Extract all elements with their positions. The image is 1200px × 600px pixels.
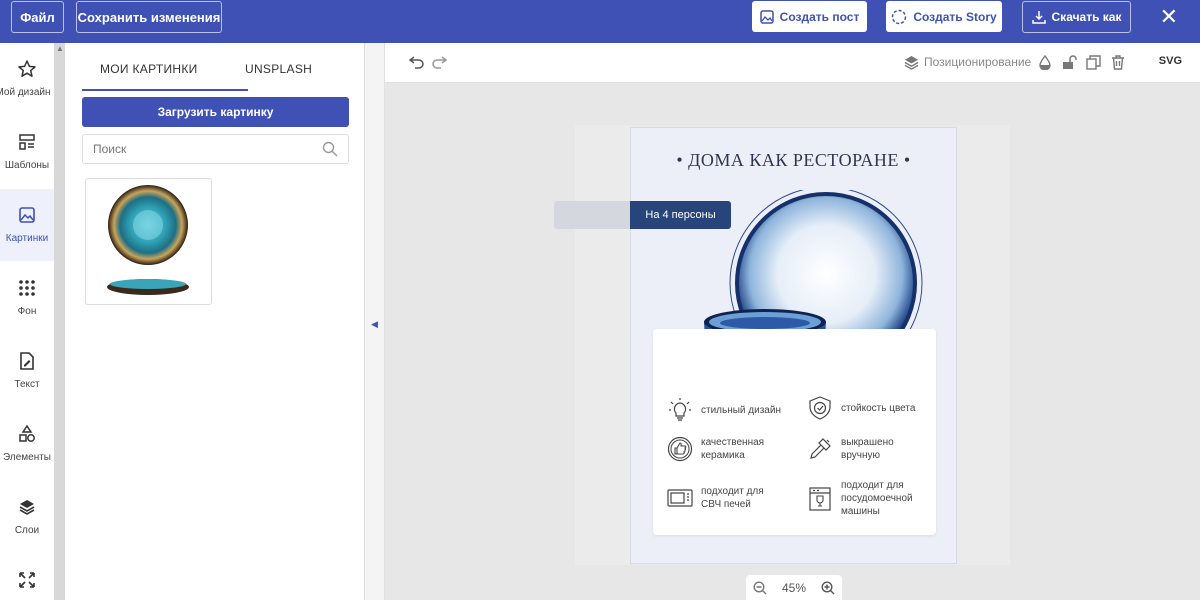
thumbs-up-icon xyxy=(667,436,693,462)
feature-item: стильный дизайн xyxy=(667,397,781,423)
search-box xyxy=(82,134,349,164)
rail-item-my-design[interactable]: Мой дизайн xyxy=(0,43,54,115)
positioning-label[interactable]: Позиционирование xyxy=(924,55,1031,69)
rail-label: Текст xyxy=(14,379,40,390)
feature-item: выкрашено вручную xyxy=(807,436,894,462)
opacity-icon[interactable] xyxy=(1039,55,1051,70)
feature-item: качественная керамика xyxy=(667,436,764,462)
search-icon[interactable] xyxy=(322,141,338,157)
zoom-control: 45% xyxy=(746,575,842,600)
feature-item: подходит для посудомоечной машины xyxy=(807,479,913,518)
plate-thumbnail-image xyxy=(107,185,189,295)
collapse-arrow-icon[interactable]: ◀ xyxy=(371,319,378,330)
unlock-icon[interactable] xyxy=(1062,55,1077,70)
rail-item-layers[interactable]: Слои xyxy=(0,481,54,553)
rail-label: Картинки xyxy=(5,233,49,244)
shapes-icon xyxy=(19,424,35,442)
layers-position-icon[interactable] xyxy=(904,55,919,70)
editor-toolbar: Позиционирование SVG xyxy=(385,43,1200,83)
save-changes-button[interactable]: Сохранить изменения xyxy=(76,1,222,33)
image-icon xyxy=(19,207,35,223)
templates-icon xyxy=(19,134,35,150)
create-story-button[interactable]: Создать Story xyxy=(886,1,1002,32)
design-title[interactable]: • ДОМА КАК РЕСТОРАНЕ • xyxy=(630,150,957,171)
feature-text: стильный дизайн xyxy=(701,404,781,416)
zoom-in-icon[interactable] xyxy=(821,580,835,595)
undo-icon[interactable] xyxy=(409,55,425,69)
feature-text: качественная керамика xyxy=(701,437,765,461)
star-icon xyxy=(18,60,36,77)
features-card[interactable]: стильный дизайн стойкость цвета качестве… xyxy=(653,329,936,535)
download-button[interactable]: Скачать как xyxy=(1022,1,1131,33)
image-icon xyxy=(759,9,774,24)
rail-label: Шаблоны xyxy=(4,160,50,171)
panel-collapse-handle[interactable]: ◀ xyxy=(365,43,385,600)
paintbrush-icon xyxy=(810,438,831,459)
download-label: Скачать как xyxy=(1051,10,1122,24)
rail-item-images[interactable]: Картинки xyxy=(0,189,54,261)
svg-export-label[interactable]: SVG xyxy=(1159,55,1182,67)
download-icon xyxy=(1031,11,1046,24)
feature-item: подходит для СВЧ печей xyxy=(667,485,764,511)
feature-text: подходит для посудомоечной машины xyxy=(841,480,913,517)
expand-icon xyxy=(19,572,35,588)
rail-scrollbar[interactable] xyxy=(54,43,65,600)
story-circle-icon xyxy=(892,9,907,24)
grid-dots-icon xyxy=(19,280,35,296)
top-bar: Файл Сохранить изменения Создать пост Со… xyxy=(0,0,1200,43)
create-story-label: Создать Story xyxy=(913,9,997,24)
upload-image-button[interactable]: Загрузить картинку xyxy=(82,97,349,127)
rail-item-background[interactable]: Фон xyxy=(0,262,54,334)
rail-item-templates[interactable]: Шаблоны xyxy=(0,116,54,188)
rail-item-text[interactable]: Текст xyxy=(0,335,54,407)
rail-label: Слои xyxy=(14,525,40,536)
feature-text: подходит для СВЧ печей xyxy=(701,486,764,510)
active-tab-indicator xyxy=(82,89,248,91)
file-button[interactable]: Файл xyxy=(11,1,64,33)
feature-text: стойкость цвета xyxy=(841,402,916,414)
shield-check-icon xyxy=(809,396,831,420)
lightbulb-icon xyxy=(669,398,691,421)
rail-item-resize[interactable] xyxy=(0,554,54,600)
duplicate-icon[interactable] xyxy=(1086,55,1101,70)
rail-item-elements[interactable]: Элементы xyxy=(0,408,54,480)
create-post-button[interactable]: Создать пост xyxy=(752,1,867,32)
feature-text: выкрашено вручную xyxy=(841,437,894,461)
tab-my-images[interactable]: МОИ КАРТИНКИ xyxy=(100,62,198,76)
search-input[interactable] xyxy=(93,142,322,156)
scroll-up-icon[interactable]: ▲ xyxy=(56,44,64,53)
layers-icon xyxy=(19,500,35,515)
zoom-out-icon[interactable] xyxy=(753,580,767,595)
rail-label: Мой дизайн xyxy=(0,87,51,98)
microwave-icon xyxy=(667,489,693,507)
rail-label: Элементы xyxy=(3,452,51,463)
rail-label: Фон xyxy=(17,306,37,317)
badge-drag-ghost xyxy=(554,201,634,229)
images-panel: МОИ КАРТИНКИ UNSPLASH Загрузить картинку xyxy=(65,43,365,600)
text-edit-icon xyxy=(20,352,34,370)
tab-unsplash[interactable]: UNSPLASH xyxy=(245,62,312,76)
zoom-level: 45% xyxy=(781,580,807,595)
image-thumbnail[interactable] xyxy=(85,178,212,305)
dishwasher-icon xyxy=(809,486,831,511)
close-icon[interactable]: ✕ xyxy=(1160,6,1178,28)
trash-icon[interactable] xyxy=(1111,55,1125,70)
create-post-label: Создать пост xyxy=(779,9,860,24)
left-rail: Мой дизайн Шаблоны Картинки Фон Текст Эл… xyxy=(0,43,54,600)
feature-item: стойкость цвета xyxy=(807,395,915,421)
redo-icon[interactable] xyxy=(431,55,447,69)
